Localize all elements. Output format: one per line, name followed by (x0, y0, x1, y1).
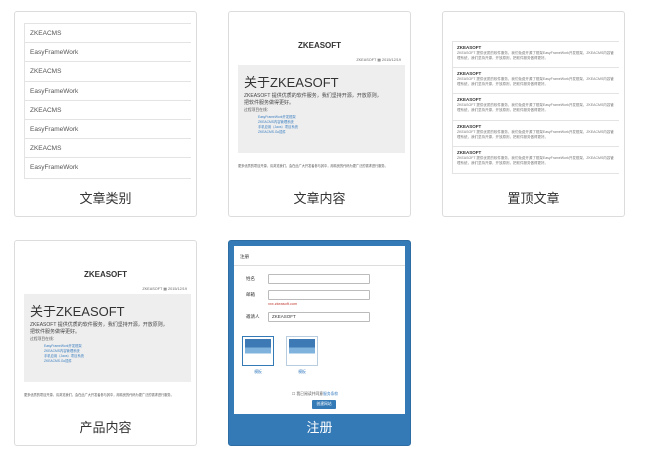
template-card-register[interactable]: 注册 姓名 邮箱 xxx.zkeasoft.com 邀请人 ZKEASOFT 模… (228, 240, 411, 446)
list-item: EasyFrameWork (30, 164, 79, 172)
article-intro: ZKEASOFT 提供优质的软件服务，我们坚持开源，开放原则，把软件服务做得更好… (244, 93, 382, 106)
pinned-desc: ZKEASOFT 提供优质的软件服务，我们免费开源了框架EasyFrameWor… (457, 51, 614, 60)
template-card-article-category[interactable]: ZKEACMS EasyFrameWork ZKEACMS EasyFrameW… (14, 11, 197, 217)
article-links: EasyFrameWork开发框架 ZKEACMS内容管理系统 手机应用（Jav… (30, 344, 185, 364)
list-item: EasyFrameWork (25, 43, 191, 63)
invite-field: ZKEASOFT (268, 312, 370, 322)
list-item: ZKEASOFT ZKEASOFT 提供优质的软件服务，我们免费开源了框架Eas… (453, 68, 619, 95)
template-preview: 注册 姓名 邮箱 xxx.zkeasoft.com 邀请人 ZKEASOFT 模… (234, 246, 405, 414)
pinned-desc: ZKEASOFT 提供优质的软件服务，我们免费开源了框架EasyFrameWor… (457, 103, 614, 113)
email-field (268, 290, 370, 300)
register-header: 注册 (234, 254, 405, 266)
article-heading: 关于ZKEASOFT (244, 75, 339, 90)
article-meta: ZKEASOFT ▦ 2015/12/19 (356, 58, 401, 62)
article-footer: 更多优质的项目开源，请浏览我们，会在此广大开发者参与其中，用精良的代码为更广泛的… (24, 393, 174, 397)
pinned-desc: ZKEASOFT 提供优质的软件服务，我们免费开源了框架EasyFrameWor… (457, 129, 614, 139)
template-card-article-content[interactable]: ZKEASOFT ZKEASOFT ▦ 2015/12/19 关于ZKEASOF… (228, 11, 411, 217)
submit-button: 创建网站 (312, 400, 336, 409)
name-label: 姓名 (246, 276, 255, 281)
pinned-desc: ZKEASOFT 提供优质的软件服务，我们免费开源了框架EasyFrameWor… (457, 77, 614, 87)
agree-checkbox: ☐ 我已阅读并同意服务条款 (292, 392, 339, 396)
article-footer: 更多优质的项目开源，请浏览我们，会在此广大开发者参与其中，用精良的代码为更广泛的… (238, 164, 388, 168)
name-field (268, 274, 370, 284)
template-name: 模板 (254, 370, 262, 374)
list-item: ZKEACMS (25, 101, 191, 120)
card-caption: 置顶文章 (507, 192, 560, 207)
list-item: ZKEASOFT ZKEASOFT 提供优质的软件服务，我们免费开源了框架Eas… (453, 147, 619, 173)
agree-text: 我已阅读并同意 (296, 392, 324, 396)
pinned-desc: ZKEASOFT 提供优质的软件服务，我们免费开源了框架EasyFrameWor… (457, 155, 614, 165)
template-preview: ZKEASOFT ZKEASOFT ▦ 2015/12/19 关于ZKEASOF… (234, 17, 405, 185)
list-item: ZKEACMS (25, 139, 191, 159)
list-item: ZKEACMS (25, 24, 191, 44)
list-item: EasyFrameWork (25, 120, 191, 140)
template-preview: ZKEACMS EasyFrameWork ZKEACMS EasyFrameW… (20, 17, 191, 185)
template-card-pinned-articles[interactable]: ZKEASOFT ZKEASOFT 提供优质的软件服务，我们免费开源了框架Eas… (442, 11, 625, 217)
template-preview: ZKEASOFT ZKEASOFT ▦ 2015/12/19 关于ZKEASOF… (20, 246, 191, 414)
card-caption: 产品内容 (79, 421, 132, 436)
list-item: ZKEASOFT ZKEASOFT 提供优质的软件服务，我们免费开源了框架Eas… (453, 42, 619, 69)
list-item: ZKEASOFT ZKEASOFT 提供优质的软件服务，我们免费开源了框架Eas… (453, 121, 619, 147)
email-hint: xxx.zkeasoft.com (268, 302, 298, 306)
invite-label: 邀请人 (246, 314, 260, 319)
article-heading: 关于ZKEASOFT (30, 304, 125, 319)
site-title: ZKEASOFT (83, 270, 128, 279)
template-name: 模板 (298, 370, 306, 374)
article-sub: 过程项目在线： (30, 337, 57, 341)
site-title: ZKEASOFT (297, 41, 342, 50)
template-preview: ZKEASOFT ZKEASOFT 提供优质的软件服务，我们免费开源了框架Eas… (448, 17, 619, 185)
article-meta: ZKEASOFT ▦ 2015/12/19 (142, 287, 187, 291)
article-intro: ZKEASOFT 提供优质的软件服务，我们坚持开源，开放原则，把软件服务做得更好… (30, 322, 168, 335)
list-item: ZKEACMS.Go插件 (258, 130, 286, 134)
article-hero: 关于ZKEASOFT ZKEASOFT 提供优质的软件服务，我们坚持开源，开放原… (24, 294, 191, 382)
template-thumb (242, 336, 274, 366)
article-links: EasyFrameWork开发框架 ZKEACMS内容管理系统 手机应用（Jav… (244, 115, 399, 135)
template-thumb (286, 336, 318, 366)
list-item: EasyFrameWork (25, 82, 191, 101)
template-card-product-content[interactable]: ZKEASOFT ZKEASOFT ▦ 2015/12/19 关于ZKEASOF… (14, 240, 197, 446)
list-item: ZKEACMS (25, 62, 191, 82)
card-caption: 文章内容 (293, 192, 346, 207)
article-hero: 关于ZKEASOFT ZKEASOFT 提供优质的软件服务，我们坚持开源，开放原… (238, 65, 405, 153)
list-item: ZKEACMS.Go插件 (44, 359, 72, 363)
category-list: ZKEACMS EasyFrameWork ZKEACMS EasyFrameW… (24, 23, 191, 179)
pinned-list: ZKEASOFT ZKEASOFT 提供优质的软件服务，我们免费开源了框架Eas… (452, 41, 619, 174)
card-caption: 文章类别 (79, 192, 132, 207)
list-item: ZKEASOFT ZKEASOFT 提供优质的软件服务，我们免费开源了框架Eas… (453, 94, 619, 121)
article-sub: 过程项目在线： (244, 108, 271, 112)
terms-link: 服务条款 (323, 392, 339, 396)
email-label: 邮箱 (246, 292, 255, 297)
card-caption: 注册 (306, 421, 333, 436)
